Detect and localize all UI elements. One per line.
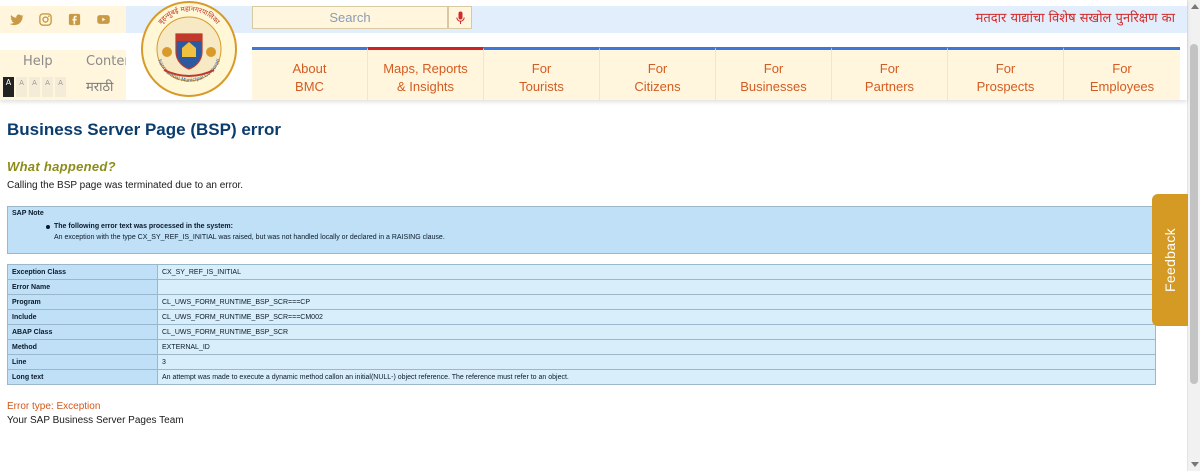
search-box <box>252 6 448 29</box>
sap-note-detail: An exception with the type CX_SY_REF_IS_… <box>54 234 445 241</box>
font-size-larger-button[interactable]: A <box>55 77 66 97</box>
row-key: Include <box>7 309 158 325</box>
row-value: CL_UWS_FORM_RUNTIME_BSP_SCR===CP <box>157 294 1156 310</box>
error-type: Error type: Exception <box>7 401 101 412</box>
nav-for-prospects[interactable]: For Prospects <box>948 47 1064 100</box>
main-navigation: About BMC Maps, Reports & Insights For T… <box>252 47 1180 100</box>
row-key: Long text <box>7 369 158 385</box>
row-key: Error Name <box>7 279 158 295</box>
instagram-icon[interactable] <box>38 12 53 27</box>
font-size-large-button[interactable]: A <box>42 77 53 97</box>
font-size-small-button[interactable]: A <box>29 77 40 97</box>
announcement-ticker[interactable]: मतदार याद्यांचा विशेष सखोल पुनरिक्षण का <box>976 8 1175 26</box>
team-signature: Your SAP Business Server Pages Team <box>7 415 184 426</box>
what-happened-text: Calling the BSP page was terminated due … <box>7 180 244 191</box>
row-value: 3 <box>157 354 1156 370</box>
sap-note-lead: The following error text was processed i… <box>54 223 233 230</box>
font-size-smaller-button[interactable]: A <box>16 77 27 97</box>
nav-for-citizens[interactable]: For Citizens <box>600 47 716 100</box>
row-value: CL_UWS_FORM_RUNTIME_BSP_SCR===CM002 <box>157 309 1156 325</box>
table-row: ABAP Class CL_UWS_FORM_RUNTIME_BSP_SCR <box>7 324 1156 340</box>
help-link[interactable]: Help <box>23 54 53 69</box>
content-link[interactable]: Conten <box>86 54 126 69</box>
nav-for-employees[interactable]: For Employees <box>1064 47 1180 100</box>
feedback-button[interactable]: Feedback <box>1152 194 1188 326</box>
table-row: Line 3 <box>7 354 1156 370</box>
table-row: Long text An attempt was made to execute… <box>7 369 1156 385</box>
nav-about-bmc[interactable]: About BMC <box>252 47 368 100</box>
row-key: Program <box>7 294 158 310</box>
row-value: An attempt was made to execute a dynamic… <box>157 369 1156 385</box>
search-input[interactable] <box>253 7 447 28</box>
page-title: Business Server Page (BSP) error <box>7 120 282 139</box>
table-row: Exception Class CX_SY_REF_IS_INITIAL <box>7 264 1156 280</box>
facebook-icon[interactable] <box>67 12 82 27</box>
marathi-language-link[interactable]: मराठी <box>86 77 113 95</box>
font-size-controls: A A A A A <box>3 77 66 97</box>
bullet-icon <box>46 225 50 229</box>
social-links <box>0 6 126 33</box>
scroll-down-arrow-icon[interactable] <box>1191 462 1199 467</box>
table-row: Method EXTERNAL_ID <box>7 339 1156 355</box>
voice-search-button[interactable] <box>448 6 472 29</box>
site-header: Help Conten A A A A A मराठी बृहन्मुंबई म… <box>0 0 1187 100</box>
what-happened-heading: What happened? <box>7 159 116 174</box>
table-row: Error Name <box>7 279 1156 295</box>
bmc-logo[interactable]: बृहन्मुंबई महानगरपालिका Brihanmumbai Mun… <box>126 0 252 100</box>
error-details-table: Exception Class CX_SY_REF_IS_INITIAL Err… <box>7 264 1156 385</box>
microphone-icon <box>455 11 465 24</box>
row-key: ABAP Class <box>7 324 158 340</box>
row-value: EXTERNAL_ID <box>157 339 1156 355</box>
row-key: Line <box>7 354 158 370</box>
nav-for-partners[interactable]: For Partners <box>832 47 948 100</box>
table-row: Include CL_UWS_FORM_RUNTIME_BSP_SCR===CM… <box>7 309 1156 325</box>
row-key: Exception Class <box>7 264 158 280</box>
twitter-icon[interactable] <box>9 12 24 27</box>
nav-for-businesses[interactable]: For Businesses <box>716 47 832 100</box>
feedback-label: Feedback <box>1162 228 1179 292</box>
scroll-thumb[interactable] <box>1190 44 1198 384</box>
font-size-default-button[interactable]: A <box>3 77 14 97</box>
row-key: Method <box>7 339 158 355</box>
nav-maps-reports[interactable]: Maps, Reports & Insights <box>368 47 484 100</box>
sap-note-title: SAP Note <box>12 210 44 217</box>
youtube-icon[interactable] <box>96 12 111 27</box>
vertical-scrollbar[interactable] <box>1187 0 1200 471</box>
nav-for-tourists[interactable]: For Tourists <box>484 47 600 100</box>
utility-panel: Help Conten A A A A A मराठी <box>0 50 126 100</box>
table-row: Program CL_UWS_FORM_RUNTIME_BSP_SCR===CP <box>7 294 1156 310</box>
row-value <box>157 279 1156 295</box>
row-value: CX_SY_REF_IS_INITIAL <box>157 264 1156 280</box>
sap-note-box: SAP Note The following error text was pr… <box>7 206 1156 254</box>
scroll-up-arrow-icon[interactable] <box>1191 4 1199 9</box>
row-value: CL_UWS_FORM_RUNTIME_BSP_SCR <box>157 324 1156 340</box>
